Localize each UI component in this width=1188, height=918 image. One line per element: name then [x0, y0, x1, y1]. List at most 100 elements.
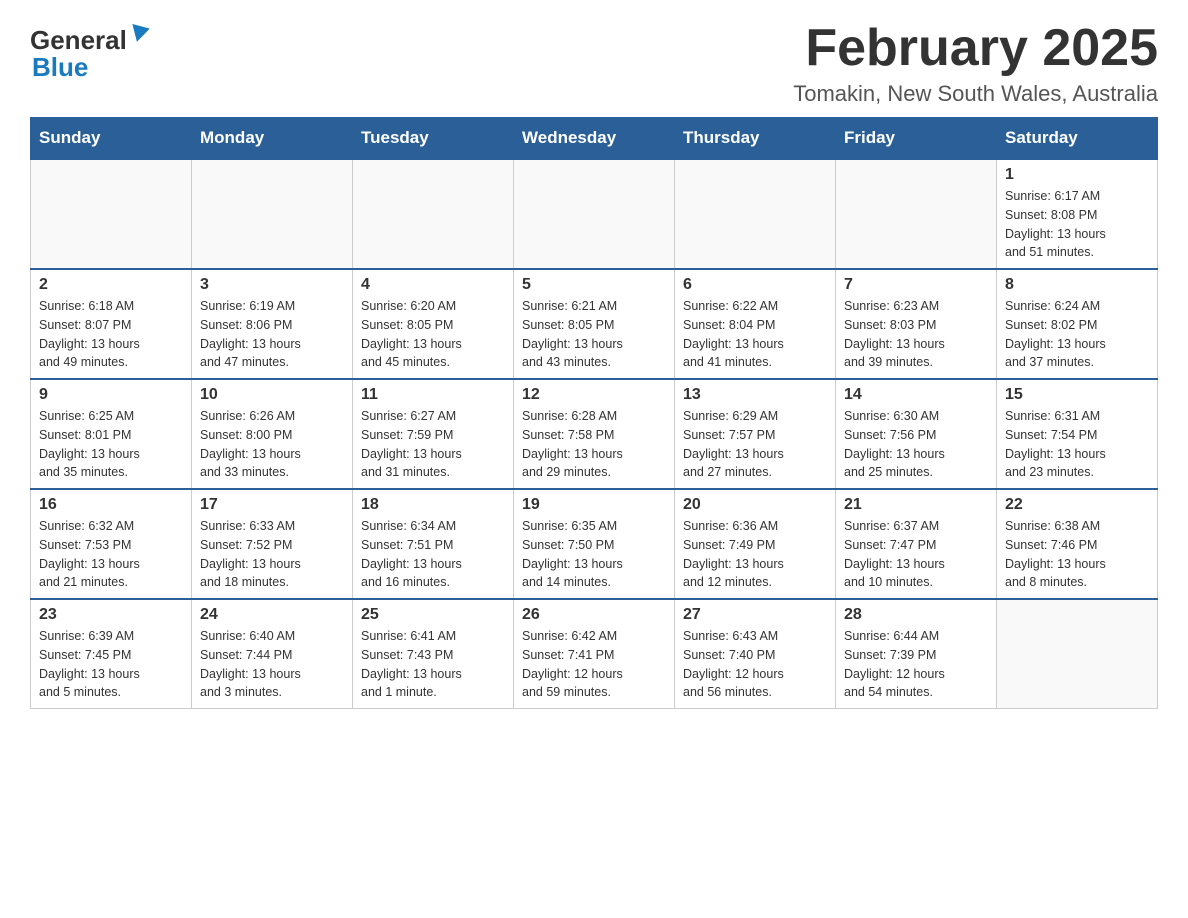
calendar-week-row: 2Sunrise: 6:18 AM Sunset: 8:07 PM Daylig…	[31, 269, 1158, 379]
day-info: Sunrise: 6:38 AM Sunset: 7:46 PM Dayligh…	[1005, 517, 1149, 592]
table-row: 5 Sunrise: 6:21 AM Sunset: 8:05 PM Daylig…	[514, 269, 675, 379]
day-info: Sunrise: 6:30 AM Sunset: 7:56 PM Dayligh…	[844, 407, 988, 482]
calendar-week-row: 23 Sunrise: 6:39 AM Sunset: 7:45 PM Dayli…	[31, 599, 1158, 709]
day-number: 20	[683, 496, 827, 514]
table-row: 27 Sunrise: 6:43 AM Sunset: 7:40 PM Dayli…	[675, 599, 836, 709]
page-header: General Blue February 2025 Tomakin, New …	[30, 20, 1158, 107]
day-info: Sunrise: 6:20 AM Sunset: 8:05 PM Dayligh…	[361, 297, 505, 372]
calendar-week-row: 1Sunrise: 6:17 AM Sunset: 8:08 PM Daylig…	[31, 159, 1158, 269]
month-title: February 2025	[793, 20, 1158, 77]
table-row: 18 Sunrise: 6:34 AM Sunset: 7:51 PM Dayli…	[353, 489, 514, 599]
day-info: Sunrise: 6:31 AM Sunset: 7:54 PM Dayligh…	[1005, 407, 1149, 482]
table-row: 12Sunrise: 6:28 AM Sunset: 7:58 PM Dayli…	[514, 379, 675, 489]
day-info: Sunrise: 6:44 AM Sunset: 7:39 PM Dayligh…	[844, 627, 988, 702]
table-row	[836, 159, 997, 269]
table-row: 23 Sunrise: 6:39 AM Sunset: 7:45 PM Dayli…	[31, 599, 192, 709]
day-number: 12	[522, 386, 666, 404]
day-number: 26	[522, 606, 666, 624]
location-subtitle: Tomakin, New South Wales, Australia	[793, 81, 1158, 107]
table-row: 15Sunrise: 6:31 AM Sunset: 7:54 PM Dayli…	[997, 379, 1158, 489]
day-number: 27	[683, 606, 827, 624]
col-sunday: Sunday	[31, 118, 192, 160]
title-area: February 2025 Tomakin, New South Wales, …	[793, 20, 1158, 107]
day-info: Sunrise: 6:43 AM Sunset: 7:40 PM Dayligh…	[683, 627, 827, 702]
table-row: 13 Sunrise: 6:29 AM Sunset: 7:57 PM Dayli…	[675, 379, 836, 489]
table-row: 6 Sunrise: 6:22 AM Sunset: 8:04 PM Daylig…	[675, 269, 836, 379]
day-number: 25	[361, 606, 505, 624]
table-row: 9 Sunrise: 6:25 AM Sunset: 8:01 PM Daylig…	[31, 379, 192, 489]
day-info: Sunrise: 6:39 AM Sunset: 7:45 PM Dayligh…	[39, 627, 183, 702]
col-saturday: Saturday	[997, 118, 1158, 160]
table-row: 20 Sunrise: 6:36 AM Sunset: 7:49 PM Dayli…	[675, 489, 836, 599]
day-number: 23	[39, 606, 183, 624]
col-thursday: Thursday	[675, 118, 836, 160]
day-info: Sunrise: 6:32 AM Sunset: 7:53 PM Dayligh…	[39, 517, 183, 592]
table-row: 17 Sunrise: 6:33 AM Sunset: 7:52 PM Dayli…	[192, 489, 353, 599]
day-info: Sunrise: 6:25 AM Sunset: 8:01 PM Dayligh…	[39, 407, 183, 482]
day-number: 8	[1005, 276, 1149, 294]
day-info: Sunrise: 6:21 AM Sunset: 8:05 PM Dayligh…	[522, 297, 666, 372]
day-number: 16	[39, 496, 183, 514]
table-row: 2Sunrise: 6:18 AM Sunset: 8:07 PM Daylig…	[31, 269, 192, 379]
col-tuesday: Tuesday	[353, 118, 514, 160]
day-info: Sunrise: 6:37 AM Sunset: 7:47 PM Dayligh…	[844, 517, 988, 592]
day-info: Sunrise: 6:34 AM Sunset: 7:51 PM Dayligh…	[361, 517, 505, 592]
day-number: 7	[844, 276, 988, 294]
table-row: 14 Sunrise: 6:30 AM Sunset: 7:56 PM Dayli…	[836, 379, 997, 489]
table-row	[192, 159, 353, 269]
day-number: 4	[361, 276, 505, 294]
day-number: 21	[844, 496, 988, 514]
table-row: 21 Sunrise: 6:37 AM Sunset: 7:47 PM Dayli…	[836, 489, 997, 599]
day-info: Sunrise: 6:35 AM Sunset: 7:50 PM Dayligh…	[522, 517, 666, 592]
day-number: 14	[844, 386, 988, 404]
day-info: Sunrise: 6:23 AM Sunset: 8:03 PM Dayligh…	[844, 297, 988, 372]
day-number: 5	[522, 276, 666, 294]
day-number: 19	[522, 496, 666, 514]
table-row: 22 Sunrise: 6:38 AM Sunset: 7:46 PM Dayli…	[997, 489, 1158, 599]
day-number: 11	[361, 386, 505, 404]
day-info: Sunrise: 6:18 AM Sunset: 8:07 PM Dayligh…	[39, 297, 183, 372]
table-row: 11 Sunrise: 6:27 AM Sunset: 7:59 PM Dayli…	[353, 379, 514, 489]
day-number: 13	[683, 386, 827, 404]
day-info: Sunrise: 6:42 AM Sunset: 7:41 PM Dayligh…	[522, 627, 666, 702]
day-info: Sunrise: 6:27 AM Sunset: 7:59 PM Dayligh…	[361, 407, 505, 482]
day-info: Sunrise: 6:36 AM Sunset: 7:49 PM Dayligh…	[683, 517, 827, 592]
table-row: 24 Sunrise: 6:40 AM Sunset: 7:44 PM Dayli…	[192, 599, 353, 709]
day-info: Sunrise: 6:24 AM Sunset: 8:02 PM Dayligh…	[1005, 297, 1149, 372]
table-row	[31, 159, 192, 269]
day-info: Sunrise: 6:17 AM Sunset: 8:08 PM Dayligh…	[1005, 187, 1149, 262]
table-row: 19 Sunrise: 6:35 AM Sunset: 7:50 PM Dayli…	[514, 489, 675, 599]
table-row: 8 Sunrise: 6:24 AM Sunset: 8:02 PM Daylig…	[997, 269, 1158, 379]
table-row: 3Sunrise: 6:19 AM Sunset: 8:06 PM Daylig…	[192, 269, 353, 379]
day-info: Sunrise: 6:33 AM Sunset: 7:52 PM Dayligh…	[200, 517, 344, 592]
logo-blue-text: Blue	[32, 52, 88, 83]
day-number: 24	[200, 606, 344, 624]
day-info: Sunrise: 6:29 AM Sunset: 7:57 PM Dayligh…	[683, 407, 827, 482]
table-row	[353, 159, 514, 269]
table-row: 25 Sunrise: 6:41 AM Sunset: 7:43 PM Dayli…	[353, 599, 514, 709]
day-number: 28	[844, 606, 988, 624]
calendar-table: Sunday Monday Tuesday Wednesday Thursday…	[30, 117, 1158, 709]
table-row: 1Sunrise: 6:17 AM Sunset: 8:08 PM Daylig…	[997, 159, 1158, 269]
table-row	[997, 599, 1158, 709]
table-row: 10 Sunrise: 6:26 AM Sunset: 8:00 PM Dayli…	[192, 379, 353, 489]
day-number: 17	[200, 496, 344, 514]
day-number: 3	[200, 276, 344, 294]
day-info: Sunrise: 6:26 AM Sunset: 8:00 PM Dayligh…	[200, 407, 344, 482]
day-number: 6	[683, 276, 827, 294]
table-row: 4 Sunrise: 6:20 AM Sunset: 8:05 PM Daylig…	[353, 269, 514, 379]
day-number: 22	[1005, 496, 1149, 514]
table-row: 16 Sunrise: 6:32 AM Sunset: 7:53 PM Dayli…	[31, 489, 192, 599]
logo: General Blue	[30, 20, 148, 83]
day-info: Sunrise: 6:41 AM Sunset: 7:43 PM Dayligh…	[361, 627, 505, 702]
calendar-week-row: 9 Sunrise: 6:25 AM Sunset: 8:01 PM Daylig…	[31, 379, 1158, 489]
table-row: 7 Sunrise: 6:23 AM Sunset: 8:03 PM Daylig…	[836, 269, 997, 379]
day-number: 10	[200, 386, 344, 404]
day-number: 9	[39, 386, 183, 404]
col-friday: Friday	[836, 118, 997, 160]
day-number: 18	[361, 496, 505, 514]
day-info: Sunrise: 6:22 AM Sunset: 8:04 PM Dayligh…	[683, 297, 827, 372]
calendar-week-row: 16 Sunrise: 6:32 AM Sunset: 7:53 PM Dayli…	[31, 489, 1158, 599]
table-row	[675, 159, 836, 269]
day-info: Sunrise: 6:40 AM Sunset: 7:44 PM Dayligh…	[200, 627, 344, 702]
